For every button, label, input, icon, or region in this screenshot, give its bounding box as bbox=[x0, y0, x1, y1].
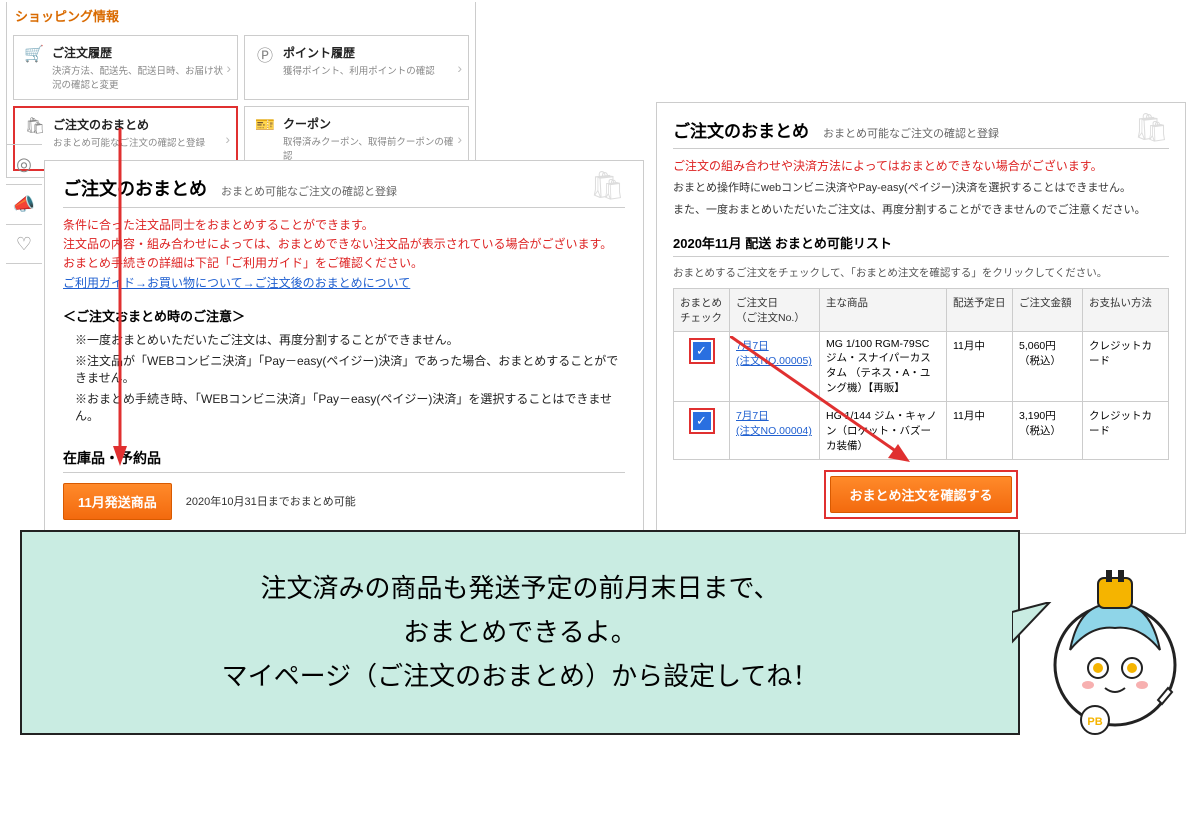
combine-detail-panel-right: ご注文のおまとめ おまとめ可能なご注文の確認と登録 🛍 ご注文の組み合わせや決済… bbox=[656, 102, 1186, 534]
stock-heading: 在庫品・予約品 bbox=[63, 448, 625, 473]
pay-cell: クレジットカード bbox=[1083, 402, 1169, 460]
card-title: クーポン bbox=[283, 115, 458, 132]
panel-title: ご注文のおまとめ bbox=[673, 117, 809, 142]
warning-line: 注文品の内容・組み合わせによっては、おまとめできない注文品が表示されている場合が… bbox=[63, 235, 625, 254]
chevron-right-icon: › bbox=[457, 131, 462, 147]
mascot-avatar: PB bbox=[1040, 570, 1190, 740]
pay-cell: クレジットカード bbox=[1083, 332, 1169, 402]
table-row: ✓ 7月7日 (注文NO.00005) MG 1/100 RGM-79SC ジム・… bbox=[674, 332, 1169, 402]
svg-text:PB: PB bbox=[1087, 716, 1102, 728]
ship-cell: 11月中 bbox=[947, 332, 1013, 402]
order-date-link[interactable]: 7月7日 bbox=[736, 340, 769, 352]
th-pay: お支払い方法 bbox=[1083, 289, 1169, 332]
card-sub: おまとめ可能なご注文の確認と登録 bbox=[53, 135, 226, 149]
card-title: ポイント履歴 bbox=[283, 44, 458, 61]
th-ship: 配送予定日 bbox=[947, 289, 1013, 332]
confirm-combine-button[interactable]: おまとめ注文を確認する bbox=[830, 476, 1011, 513]
th-product: 主な商品 bbox=[820, 289, 947, 332]
speech-bubble: 注文済みの商品も発送予定の前月末日まで、 おまとめできるよ。 マイページ（ご注文… bbox=[20, 530, 1020, 735]
ship-cell: 11月中 bbox=[947, 402, 1013, 460]
warning-line: ご注文の組み合わせや決済方法によってはおまとめできない場合がございます。 bbox=[673, 157, 1169, 176]
th-check: おまとめ チェック bbox=[674, 289, 730, 332]
th-price: ご注文金額 bbox=[1013, 289, 1083, 332]
product-cell: HG 1/144 ジム・キャノン（ロケット・バズーカ装備） bbox=[820, 402, 947, 460]
info-line: おまとめ操作時にwebコンビニ決済やPay-easy(ペイジー)決済を選択するこ… bbox=[673, 180, 1169, 198]
bubble-line: おまとめできるよ。 bbox=[62, 610, 978, 654]
target-icon[interactable]: ◎ bbox=[6, 144, 42, 184]
notice-line: ※おまとめ手続き時、「WEBコンビニ決済」「Pay－easy(ペイジー)決済」を… bbox=[75, 390, 625, 424]
order-no-link[interactable]: (注文NO.00005) bbox=[736, 355, 812, 367]
warning-line: 条件に合った注文品同士をおまとめすることができます。 bbox=[63, 216, 625, 235]
side-icon-strip: ◎ 📣 ♡ bbox=[6, 144, 42, 264]
bags-icon: 🛍 bbox=[25, 116, 45, 136]
order-no-link[interactable]: (注文NO.00004) bbox=[736, 425, 812, 437]
bubble-line: 注文済みの商品も発送予定の前月末日まで、 bbox=[62, 566, 978, 610]
card-sub: 決済方法、配送先、配送日時、お届け状況の確認と変更 bbox=[52, 63, 227, 91]
combine-checkbox[interactable]: ✓ bbox=[693, 412, 711, 430]
bags-icon: 🛍 bbox=[589, 169, 625, 202]
th-date: ご注文日 （ご注文No.） bbox=[730, 289, 820, 332]
cart-icon: 🛒 bbox=[24, 44, 44, 64]
card-title: ご注文のおまとめ bbox=[53, 116, 226, 133]
combine-checkbox[interactable]: ✓ bbox=[693, 342, 711, 360]
card-sub: 獲得ポイント、利用ポイントの確認 bbox=[283, 63, 458, 77]
order-date-link[interactable]: 7月7日 bbox=[736, 410, 769, 422]
combine-order-table: おまとめ チェック ご注文日 （ご注文No.） 主な商品 配送予定日 ご注文金額… bbox=[673, 288, 1169, 460]
combine-list-hint: おまとめするご注文をチェックして、「おまとめ注文を確認する」をクリックしてくださ… bbox=[673, 265, 1169, 280]
price-cell: 5,060円（税込） bbox=[1013, 332, 1083, 402]
combine-deadline: 2020年10月31日までおまとめ可能 bbox=[186, 493, 356, 509]
notice-line: ※一度おまとめいただいたご注文は、再度分割することができません。 bbox=[75, 331, 625, 348]
notice-title: ＜ご注文おまとめ時のご注意＞ bbox=[63, 306, 625, 325]
info-line: また、一度おまとめいただいたご注文は、再度分割することができませんのでご注意くだ… bbox=[673, 202, 1169, 220]
panel-title: ご注文のおまとめ bbox=[63, 175, 207, 201]
card-title: ご注文履歴 bbox=[52, 44, 227, 61]
table-row: ✓ 7月7日 (注文NO.00004) HG 1/144 ジム・キャノン（ロケット… bbox=[674, 402, 1169, 460]
ticket-icon: 🎫 bbox=[255, 115, 275, 135]
card-point-history[interactable]: Ⓟ ポイント履歴 獲得ポイント、利用ポイントの確認 › bbox=[244, 35, 469, 100]
november-ship-button[interactable]: 11月発送商品 bbox=[63, 483, 172, 520]
notice-line: ※注文品が「WEBコンビニ決済」「Pay－easy(ペイジー)決済」であった場合… bbox=[75, 352, 625, 386]
bubble-line: マイページ（ご注文のおまとめ）から設定してね！ bbox=[62, 654, 978, 698]
point-icon: Ⓟ bbox=[255, 44, 275, 64]
warning-line: おまとめ手続きの詳細は下記「ご利用ガイド」をご確認ください。 bbox=[63, 254, 625, 273]
card-order-history[interactable]: 🛒 ご注文履歴 決済方法、配送先、配送日時、お届け状況の確認と変更 › bbox=[13, 35, 238, 100]
shopping-info-title: ショッピング情報 bbox=[7, 2, 475, 29]
panel-subtitle: おまとめ可能なご注文の確認と登録 bbox=[221, 183, 397, 199]
combine-detail-panel-left: ご注文のおまとめ おまとめ可能なご注文の確認と登録 🛍 条件に合った注文品同士を… bbox=[44, 160, 644, 535]
card-sub: 取得済みクーポン、取得前クーポンの確認 bbox=[283, 134, 458, 162]
heart-icon[interactable]: ♡ bbox=[6, 224, 42, 264]
combine-list-title: 2020年11月 配送 おまとめ可能リスト bbox=[673, 233, 1169, 257]
shopping-info-panel: ショッピング情報 🛒 ご注文履歴 決済方法、配送先、配送日時、お届け状況の確認と… bbox=[6, 2, 476, 178]
panel-subtitle: おまとめ可能なご注文の確認と登録 bbox=[823, 125, 999, 141]
guide-link[interactable]: ご利用ガイド→お買い物について→ご注文後のおまとめについて bbox=[63, 276, 410, 290]
product-cell: MG 1/100 RGM-79SC ジム・スナイパーカスタム （テネス・A・ユン… bbox=[820, 332, 947, 402]
chevron-right-icon: › bbox=[226, 60, 231, 76]
bags-icon: 🛍 bbox=[1133, 111, 1169, 144]
chevron-right-icon: › bbox=[225, 131, 230, 147]
price-cell: 3,190円（税込） bbox=[1013, 402, 1083, 460]
announce-icon[interactable]: 📣 bbox=[6, 184, 42, 224]
chevron-right-icon: › bbox=[457, 60, 462, 76]
